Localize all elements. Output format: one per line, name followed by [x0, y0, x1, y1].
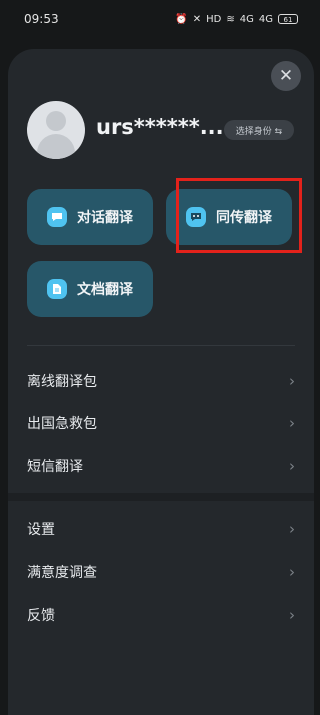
avatar-head	[46, 111, 66, 131]
chevron-right-icon: ›	[289, 606, 295, 624]
status-icons: ⏰ ✕ HD ≋ 4G 4G 61	[175, 14, 298, 25]
hd-badge: HD	[206, 13, 222, 25]
menu-item-label: 出国急救包	[27, 416, 97, 432]
status-time: 09:53	[24, 12, 59, 26]
battery-icon: 61	[278, 14, 298, 24]
menu-item-feedback[interactable]: 反馈 ›	[27, 603, 295, 627]
menu-item-label: 反馈	[27, 608, 55, 624]
avatar[interactable]	[27, 101, 85, 159]
chevron-right-icon: ›	[289, 563, 295, 581]
close-icon: ✕	[278, 66, 294, 86]
alarm-icon: ⏰	[175, 13, 188, 25]
signal-2-label: 4G	[258, 13, 273, 25]
menu-item-emergency-kit[interactable]: 出国急救包 ›	[27, 411, 295, 435]
menu-item-offline-packages[interactable]: 离线翻译包 ›	[27, 369, 295, 393]
close-button[interactable]: ✕	[271, 61, 301, 91]
select-identity-button[interactable]: 选择身份 ⇆	[224, 120, 294, 140]
chevron-right-icon: ›	[289, 520, 295, 538]
card-label: 对话翻译	[77, 210, 133, 226]
highlight-box	[176, 178, 302, 253]
menu-item-settings[interactable]: 设置 ›	[27, 517, 295, 541]
chevron-right-icon: ›	[289, 372, 295, 390]
status-bar: 09:53 ⏰ ✕ HD ≋ 4G 4G 61	[0, 0, 320, 38]
mute-icon: ✕	[192, 13, 202, 25]
signal-1-label: 4G	[239, 13, 254, 25]
card-label: 文档翻译	[77, 282, 133, 298]
menu-item-sms-translate[interactable]: 短信翻译 ›	[27, 454, 295, 478]
menu-item-label: 设置	[27, 522, 55, 538]
account-panel: ✕ urs******... 选择身份 ⇆ 对话翻译 同传翻译 文档翻译 离线翻…	[8, 49, 314, 715]
menu-item-label: 满意度调查	[27, 565, 97, 581]
menu-item-label: 离线翻译包	[27, 374, 97, 390]
menu-item-survey[interactable]: 满意度调查 ›	[27, 560, 295, 584]
avatar-shoulders	[37, 134, 75, 159]
chevron-right-icon: ›	[289, 414, 295, 432]
divider	[27, 345, 295, 346]
chevron-right-icon: ›	[289, 457, 295, 475]
menu-item-label: 短信翻译	[27, 459, 83, 475]
wifi-icon: ≋	[226, 13, 235, 25]
document-icon	[47, 279, 67, 299]
dialogue-translate-card[interactable]: 对话翻译	[27, 189, 153, 245]
chat-bubble-icon	[47, 207, 67, 227]
document-translate-card[interactable]: 文档翻译	[27, 261, 153, 317]
username: urs******...	[96, 115, 224, 139]
section-divider	[8, 493, 314, 501]
